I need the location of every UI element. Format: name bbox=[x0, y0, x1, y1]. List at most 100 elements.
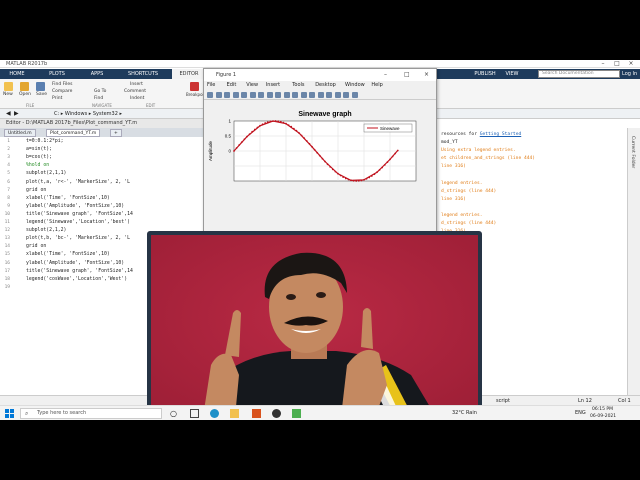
code-line[interactable]: b=cos(t); bbox=[26, 155, 52, 160]
login-link[interactable]: Log In bbox=[622, 69, 638, 79]
figure-tool-icon[interactable] bbox=[343, 92, 349, 98]
print-button[interactable]: Print bbox=[52, 96, 62, 101]
tab-untitled[interactable]: Untitled.m bbox=[4, 129, 36, 137]
figure-tool-icon[interactable] bbox=[334, 92, 341, 98]
tab-shortcuts[interactable]: SHORTCUTS bbox=[124, 69, 162, 79]
code-line[interactable]: xlabel('Time', 'FontSize',10) bbox=[26, 252, 110, 257]
figure-menu-help[interactable]: Help bbox=[371, 81, 382, 90]
code-line[interactable]: plot(t,a, 'r<-', 'MarkerSize', 2, 'L bbox=[26, 180, 130, 185]
tab-editor[interactable]: EDITOR bbox=[172, 69, 206, 79]
code-line[interactable]: ylabel('Amplitude', 'FontSize',10) bbox=[26, 204, 124, 209]
app-icon[interactable] bbox=[292, 409, 301, 418]
code-line[interactable]: a=sin(t); bbox=[26, 147, 52, 152]
cortana-icon[interactable]: ○ bbox=[170, 409, 179, 418]
windows-start-icon[interactable] bbox=[5, 409, 14, 418]
language-indicator[interactable]: ENG bbox=[575, 410, 586, 416]
figure-menu-view[interactable]: View bbox=[246, 81, 258, 90]
insert-button[interactable]: Insert bbox=[130, 82, 143, 87]
taskbar-search-input[interactable]: ⌕ Type here to search bbox=[20, 408, 162, 419]
figure-tool-icon[interactable] bbox=[207, 92, 213, 98]
breakpoints-icon[interactable] bbox=[190, 82, 199, 91]
save-icon[interactable] bbox=[36, 82, 45, 91]
clock-time[interactable]: 06:15 PM bbox=[592, 407, 613, 412]
figure-tool-icon[interactable] bbox=[351, 92, 358, 98]
code-line[interactable]: legend('Sinewave','Location','best') bbox=[26, 220, 130, 225]
figure-tool-icon[interactable] bbox=[266, 92, 273, 98]
maximize-button[interactable]: □ bbox=[610, 60, 624, 68]
code-line[interactable]: legend('cosWave','Location','West') bbox=[26, 277, 127, 282]
code-line[interactable]: title('Sinewave graph', 'FontSize',14 bbox=[26, 212, 133, 217]
sinewave-marker bbox=[238, 144, 241, 146]
comment-button[interactable]: Comment bbox=[124, 89, 146, 94]
new-button[interactable]: New bbox=[3, 92, 13, 97]
new-tab-button[interactable]: + bbox=[110, 129, 122, 137]
line-number: 19 bbox=[4, 284, 10, 290]
code-line[interactable]: subplot(2,1,2) bbox=[26, 228, 66, 233]
figure-menu-insert[interactable]: Insert bbox=[266, 81, 280, 90]
code-line[interactable]: xlabel('Time', 'FontSize',10) bbox=[26, 196, 110, 201]
back-arrow-icon[interactable]: ◀ bbox=[6, 110, 11, 117]
tab-view[interactable]: VIEW bbox=[500, 69, 524, 79]
file-explorer-icon[interactable] bbox=[230, 409, 239, 418]
figure-tool-icon[interactable] bbox=[300, 92, 307, 98]
figure-tool-icon[interactable] bbox=[275, 92, 281, 98]
figure-tool-icon[interactable] bbox=[215, 92, 222, 98]
compare-button[interactable]: Compare bbox=[52, 89, 72, 94]
code-line[interactable]: ylabel('Amplitude', 'FontSize',10) bbox=[26, 261, 124, 266]
obs-icon[interactable] bbox=[272, 409, 281, 418]
open-folder-icon[interactable] bbox=[20, 82, 29, 91]
search-documentation-input[interactable]: Search Documentation bbox=[538, 70, 620, 78]
save-button[interactable]: Save bbox=[36, 92, 47, 97]
figure-menu-edit[interactable]: Edit bbox=[227, 81, 237, 90]
figure-tool-icon[interactable] bbox=[283, 92, 290, 98]
code-line[interactable]: grid on bbox=[26, 188, 46, 193]
code-line[interactable]: subplot(2,1,1) bbox=[26, 171, 66, 176]
weather-status[interactable]: 32°C Rain bbox=[452, 410, 477, 416]
line-number: 8 bbox=[7, 195, 10, 201]
find-button[interactable]: Find bbox=[94, 96, 103, 101]
minimize-button[interactable]: – bbox=[596, 60, 610, 68]
figure-menu-window[interactable]: Window bbox=[345, 81, 365, 90]
folder-path[interactable]: C: ▸ Windows ▸ System32 ▸ bbox=[54, 111, 122, 117]
figure-tool-icon[interactable] bbox=[232, 92, 239, 98]
current-folder-sidebar[interactable]: Current Folder bbox=[627, 128, 640, 420]
go-to-button[interactable]: Go To bbox=[94, 89, 106, 94]
code-line[interactable]: t=0:0.1:2*pi; bbox=[26, 139, 64, 144]
clock-date[interactable]: 06-09-2021 bbox=[590, 414, 616, 419]
figure-tool-icon[interactable] bbox=[317, 92, 324, 98]
new-icon[interactable] bbox=[4, 82, 13, 91]
line-number: 4 bbox=[7, 163, 10, 169]
indent-button[interactable]: Indent bbox=[130, 96, 144, 101]
open-button[interactable]: Open bbox=[19, 92, 31, 97]
code-line[interactable]: %hold on bbox=[26, 163, 49, 168]
figure-tool-icon[interactable] bbox=[309, 92, 315, 98]
forward-arrow-icon[interactable]: ▶ bbox=[14, 110, 19, 117]
figure-menu-tools[interactable]: Tools bbox=[292, 81, 304, 90]
code-line[interactable]: title('Sinewave graph', 'FontSize',14 bbox=[26, 269, 133, 274]
code-line[interactable]: plot(t,b, 'bc-', 'MarkerSize', 2, 'L bbox=[26, 236, 130, 241]
tab-plot-command[interactable]: Plot_command_YT.m bbox=[46, 129, 101, 137]
edge-icon[interactable] bbox=[210, 409, 219, 418]
figure-tool-icon[interactable] bbox=[224, 92, 230, 98]
getting-started-link[interactable]: Getting Started bbox=[480, 132, 522, 137]
close-button[interactable]: × bbox=[624, 60, 638, 68]
figure-menu-file[interactable]: File bbox=[207, 81, 215, 90]
figure-minimize-button[interactable]: – bbox=[384, 69, 387, 81]
matlab-icon[interactable] bbox=[252, 409, 261, 418]
tab-home[interactable]: HOME bbox=[4, 69, 30, 79]
figure-tool-icon[interactable] bbox=[249, 92, 256, 98]
figure-menu-desktop[interactable]: Desktop bbox=[315, 81, 336, 90]
task-view-icon[interactable] bbox=[190, 409, 199, 418]
figure-maximize-button[interactable]: □ bbox=[404, 69, 410, 81]
tab-publish[interactable]: PUBLISH bbox=[470, 69, 500, 79]
figure-tool-icon[interactable] bbox=[326, 92, 332, 98]
figure-tool-icon[interactable] bbox=[258, 92, 264, 98]
tab-apps[interactable]: APPS bbox=[84, 69, 110, 79]
command-output-line: d_strings (line 444) bbox=[441, 188, 497, 194]
figure-tool-icon[interactable] bbox=[241, 92, 247, 98]
tab-plots[interactable]: PLOTS bbox=[44, 69, 70, 79]
code-line[interactable]: grid on bbox=[26, 244, 46, 249]
find-files-button[interactable]: Find Files bbox=[52, 82, 73, 87]
figure-tool-icon[interactable] bbox=[292, 92, 298, 98]
figure-close-button[interactable]: × bbox=[424, 69, 429, 81]
